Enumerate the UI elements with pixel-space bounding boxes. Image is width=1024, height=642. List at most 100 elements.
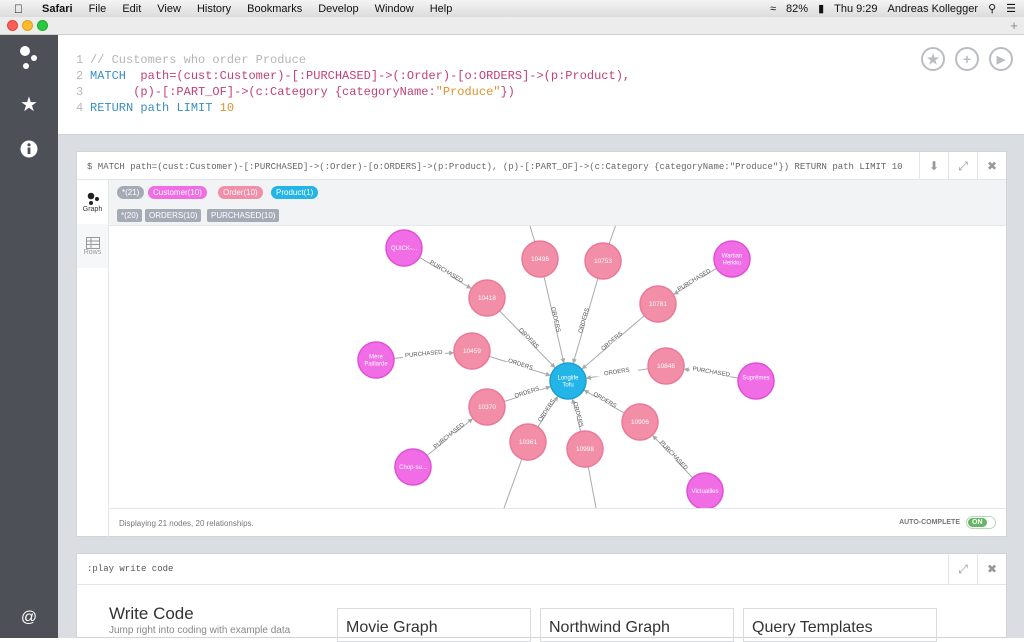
rel-tag-purchased[interactable]: PURCHASED(10) — [207, 209, 280, 222]
battery-percent[interactable]: 82% — [786, 3, 808, 15]
code-token: "Produce" — [435, 85, 501, 99]
write-code-title: Write Code — [109, 604, 194, 623]
customer-node-label: Herkku — [722, 261, 741, 267]
autocomplete-control: AUTO-COMPLETE ON — [899, 516, 996, 529]
browser-toolbar — [0, 17, 1024, 35]
code-token: LIMIT — [176, 101, 220, 115]
product-node-label: Tofu — [562, 383, 573, 389]
menu-help[interactable]: Help — [422, 3, 461, 15]
order-node-label: 10906 — [631, 419, 649, 426]
code-token: path — [140, 101, 177, 115]
order-node-label: 10459 — [463, 348, 481, 355]
menubar-status-area: ≈ 82% ▮ Thu 9:29 Andreas Kollegger ⚲ ☰ — [770, 2, 1024, 16]
frame-query-text[interactable]: $ MATCH path=(cust:Customer)-[:PURCHASED… — [77, 152, 1006, 180]
info-icon[interactable] — [0, 129, 58, 169]
customer-node-label: Wartian — [722, 254, 742, 260]
customer-node-label: QUICK-... — [391, 246, 417, 252]
close-window-button[interactable] — [7, 20, 18, 31]
order-node-label: 10418 — [478, 295, 496, 302]
menu-view[interactable]: View — [149, 3, 189, 15]
autocomplete-label: AUTO-COMPLETE — [899, 519, 960, 526]
menu-develop[interactable]: Develop — [310, 3, 366, 15]
close-frame-icon[interactable]: ✖ — [977, 554, 1006, 584]
menu-app-name[interactable]: Safari — [34, 3, 81, 15]
code-token: (p)-[:PART_OF]->(c:Category {categoryNam… — [90, 85, 436, 99]
code-token: MATCH — [90, 69, 134, 83]
macos-menubar:  Safari File Edit View History Bookmark… — [0, 0, 1024, 17]
result-frame: $ MATCH path=(cust:Customer)-[:PURCHASED… — [76, 151, 1007, 537]
line-number: 3 — [76, 85, 84, 99]
download-icon[interactable]: ⬇ — [919, 152, 948, 180]
order-node-label: 10370 — [478, 404, 496, 411]
legend-bar: *(21) Customer(10) Order(10) Product(1) … — [109, 180, 1006, 226]
close-frame-icon[interactable]: ✖ — [977, 152, 1006, 180]
new-tab-icon[interactable]: + — [1006, 19, 1022, 33]
autocomplete-toggle[interactable]: ON — [966, 516, 996, 529]
tab-graph-label: Graph — [82, 205, 103, 213]
menu-edit[interactable]: Edit — [114, 3, 149, 15]
code-line[interactable]: 4 RETURN path LIMIT 10 — [76, 101, 234, 115]
wifi-icon[interactable]: ≈ — [770, 3, 776, 15]
line-number: 2 — [76, 69, 84, 83]
rel-tag-all[interactable]: *(20) — [117, 209, 143, 222]
card-movie-graph[interactable]: Movie Graph — [337, 608, 531, 642]
query-editor[interactable]: 1 // Customers who order Produce 2 MATCH pa… — [58, 35, 1024, 135]
tab-rows[interactable]: Rows — [77, 224, 108, 268]
code-line[interactable]: 2 MATCH path=(cust:Customer)-[:PURCHASED]… — [76, 69, 630, 83]
menu-history[interactable]: History — [189, 3, 239, 15]
code-line[interactable]: 3 (p)-[:PART_OF]->(c:Category {categoryN… — [76, 85, 515, 99]
tab-graph[interactable]: Graph — [77, 180, 108, 224]
frame2-command[interactable]: :play write code — [87, 564, 173, 574]
add-frame-plus-icon[interactable]: + — [955, 47, 979, 71]
table-icon — [85, 236, 100, 249]
sidebar: ★ @ — [0, 35, 58, 638]
menu-window[interactable]: Window — [367, 3, 422, 15]
node-tag-all[interactable]: *(21) — [117, 186, 145, 199]
favorites-star-icon[interactable]: ★ — [0, 84, 58, 124]
order-node-label: 10753 — [594, 258, 612, 265]
customer-node-label: Suprêmes — [742, 376, 769, 382]
menu-bookmarks[interactable]: Bookmarks — [239, 3, 310, 15]
toggle-state: ON — [968, 518, 987, 527]
order-node-label: 10361 — [519, 439, 537, 446]
menu-file[interactable]: File — [81, 3, 115, 15]
code-token: 10 — [219, 101, 235, 115]
line-number: 4 — [76, 101, 84, 115]
card-query-templates[interactable]: Query Templates — [743, 608, 937, 642]
code-token: path=(cust:Customer)-[:PURCHASED]->(:Ord… — [133, 69, 631, 83]
status-text: Displaying 21 nodes, 20 relationships. — [119, 519, 254, 528]
run-query-play-icon[interactable]: ▶ — [989, 47, 1013, 71]
rel-tag-orders[interactable]: ORDERS(10) — [145, 209, 202, 222]
search-icon[interactable]: ⚲ — [988, 2, 996, 15]
graph-canvas[interactable]: ORDERS ORDERSORDERS ORDERSORDERSORDERSORDE… — [109, 226, 1006, 508]
user-name[interactable]: Andreas Kollegger — [888, 3, 979, 15]
write-code-subtitle: Jump right into coding with example data — [109, 625, 291, 636]
code-line[interactable]: 1 // Customers who order Produce — [76, 53, 306, 67]
apple-icon[interactable]:  — [14, 3, 26, 15]
card-northwind-graph[interactable]: Northwind Graph — [540, 608, 734, 642]
graph-icon — [87, 192, 99, 205]
customer-node-label: Paillarde — [364, 362, 388, 368]
node-tag-product[interactable]: Product(1) — [271, 186, 319, 199]
node-tag-customer[interactable]: Customer(10) — [148, 186, 207, 199]
expand-icon[interactable]: ⤢ — [948, 152, 977, 180]
frame-footer: Displaying 21 nodes, 20 relationships. A… — [109, 508, 1006, 537]
code-token: RETURN — [90, 101, 141, 115]
about-at-icon[interactable]: @ — [0, 598, 58, 638]
zoom-window-button[interactable] — [37, 20, 48, 31]
order-node-label: 10496 — [531, 256, 549, 263]
orders-rel-label: ORDERS — [507, 358, 533, 371]
neo4j-logo-icon[interactable] — [0, 38, 58, 78]
clock[interactable]: Thu 9:29 — [834, 3, 877, 15]
expand-icon[interactable]: ⤢ — [948, 554, 977, 584]
node-tag-order[interactable]: Order(10) — [218, 186, 263, 199]
order-node-label: 10781 — [649, 301, 667, 308]
minimize-window-button[interactable] — [22, 20, 33, 31]
product-node-label: Longlife — [557, 376, 579, 382]
favorite-query-star-icon[interactable]: ★ — [921, 47, 945, 71]
notifications-icon[interactable]: ☰ — [1006, 2, 1016, 15]
customer-node-label: Victuailles — [692, 489, 719, 495]
play-frame: :play write code ⤢ ✖ Write Code Jump rig… — [76, 553, 1007, 642]
purchased-rel-label: PURCHASED — [692, 366, 731, 378]
battery-icon[interactable]: ▮ — [818, 2, 824, 15]
